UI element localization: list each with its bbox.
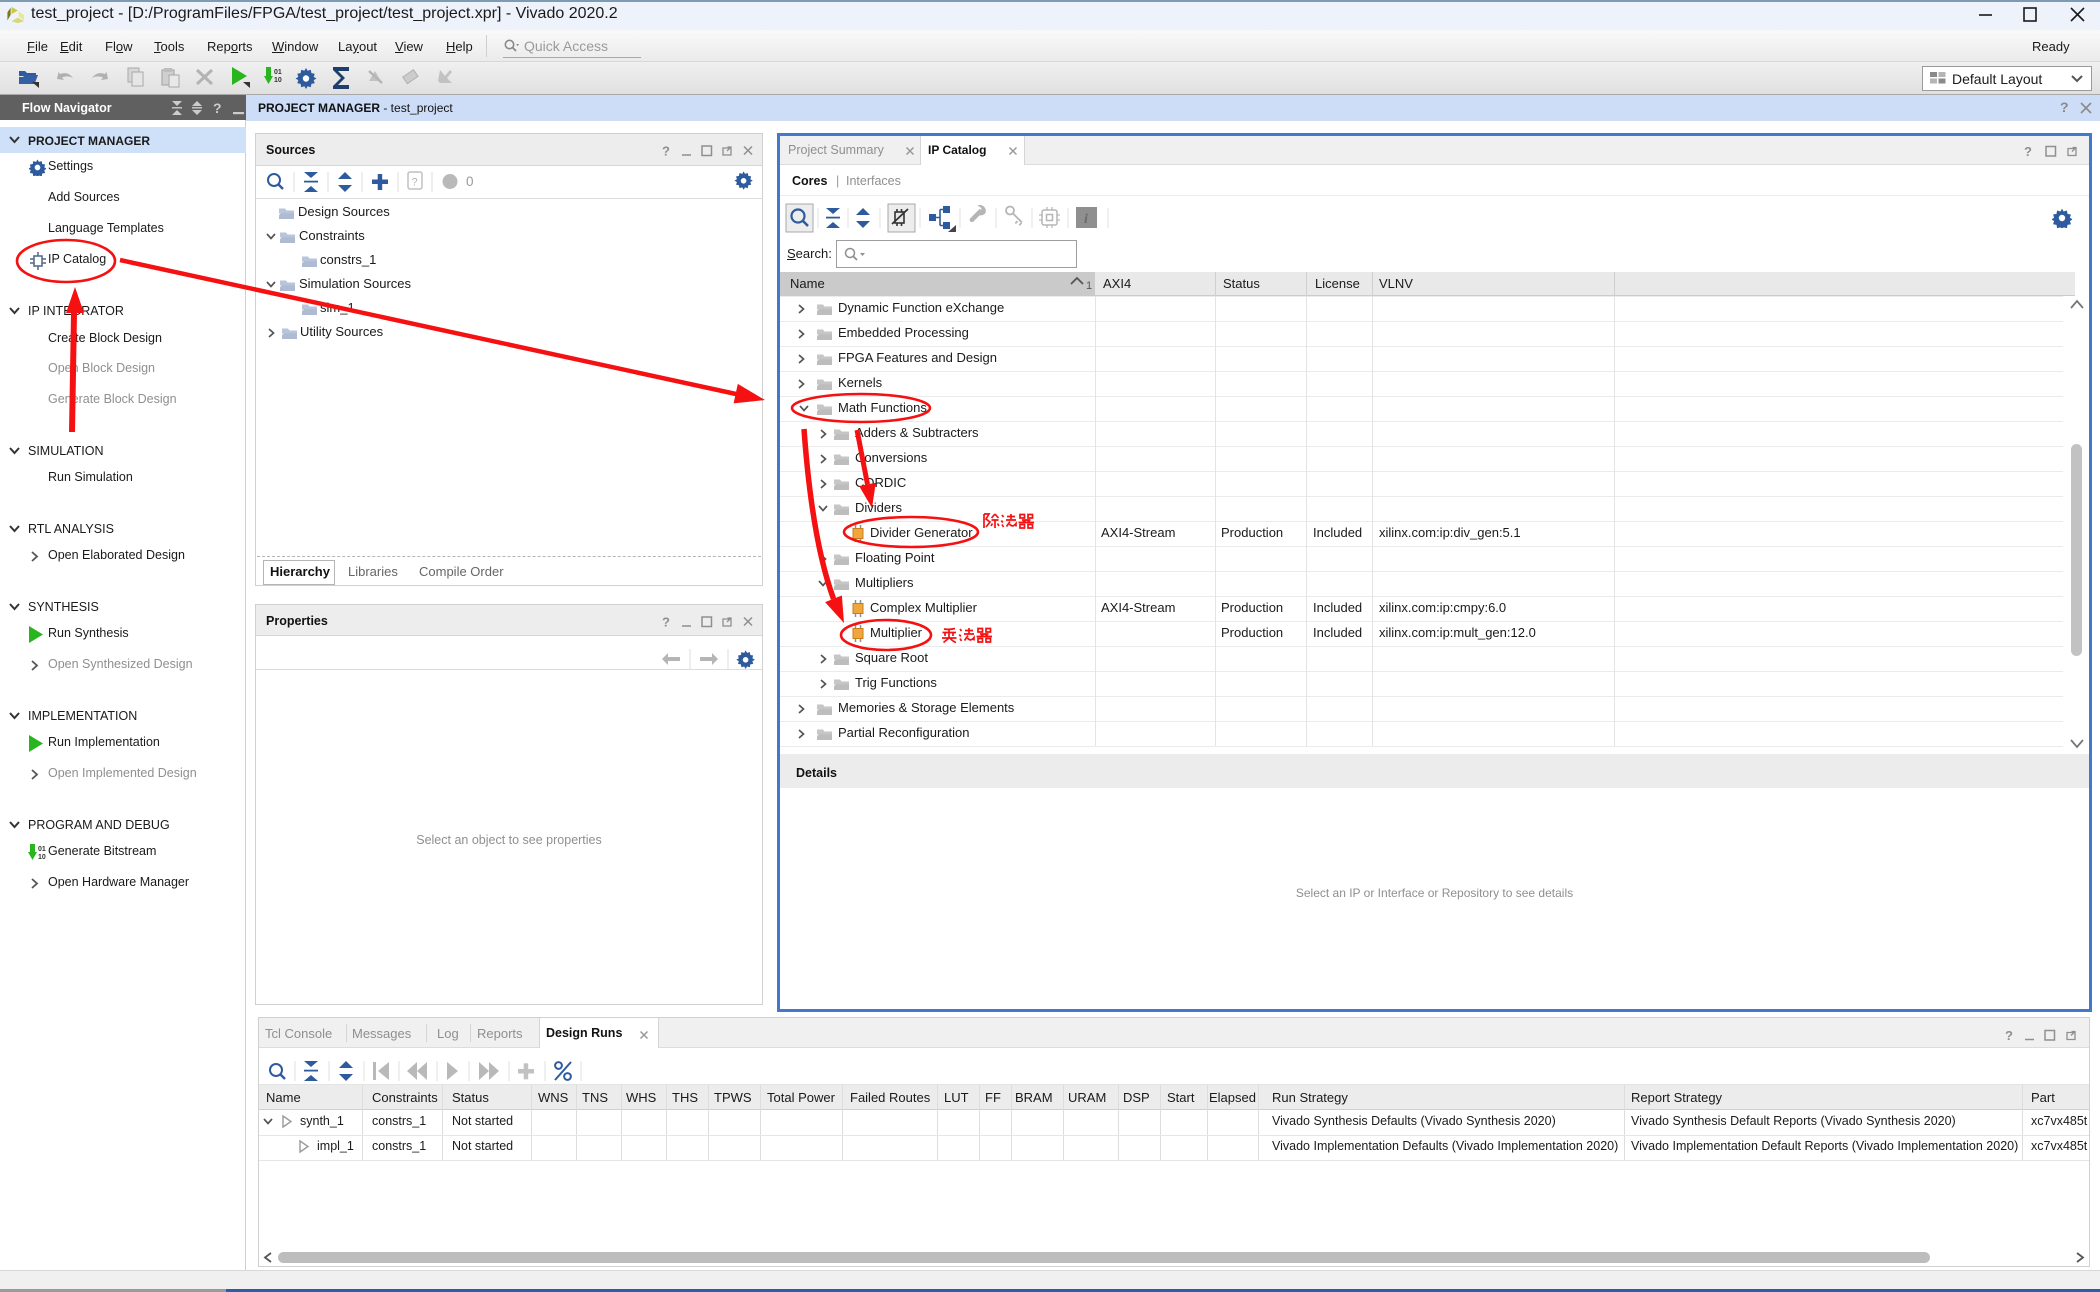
svg-text:01: 01 bbox=[38, 846, 46, 853]
svg-text:?: ? bbox=[2005, 1028, 2013, 1042]
svg-text:?: ? bbox=[662, 144, 670, 159]
svg-text:10: 10 bbox=[38, 854, 46, 861]
svg-text:0: 0 bbox=[466, 174, 474, 189]
svg-text:?: ? bbox=[2024, 144, 2032, 158]
svg-text:?: ? bbox=[412, 177, 418, 189]
svg-text:?: ? bbox=[662, 615, 670, 630]
svg-text:i: i bbox=[1084, 212, 1088, 227]
svg-text:1: 1 bbox=[1086, 280, 1092, 292]
